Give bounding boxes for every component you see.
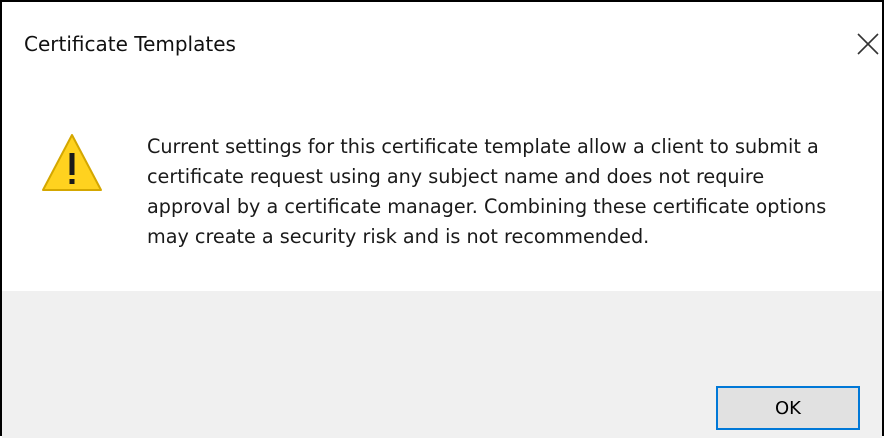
message-dialog: Certificate Templates Current settings f…	[0, 0, 884, 438]
warning-message: Current settings for this certificate te…	[147, 135, 827, 248]
title-bar: Certificate Templates	[2, 2, 882, 94]
ok-button[interactable]: OK	[716, 386, 860, 430]
close-icon	[857, 33, 879, 55]
dialog-title: Certificate Templates	[24, 32, 236, 56]
dialog-content: Current settings for this certificate te…	[2, 94, 882, 291]
button-bar: OK	[2, 291, 882, 438]
close-button[interactable]	[852, 26, 882, 60]
warning-icon	[40, 132, 104, 194]
